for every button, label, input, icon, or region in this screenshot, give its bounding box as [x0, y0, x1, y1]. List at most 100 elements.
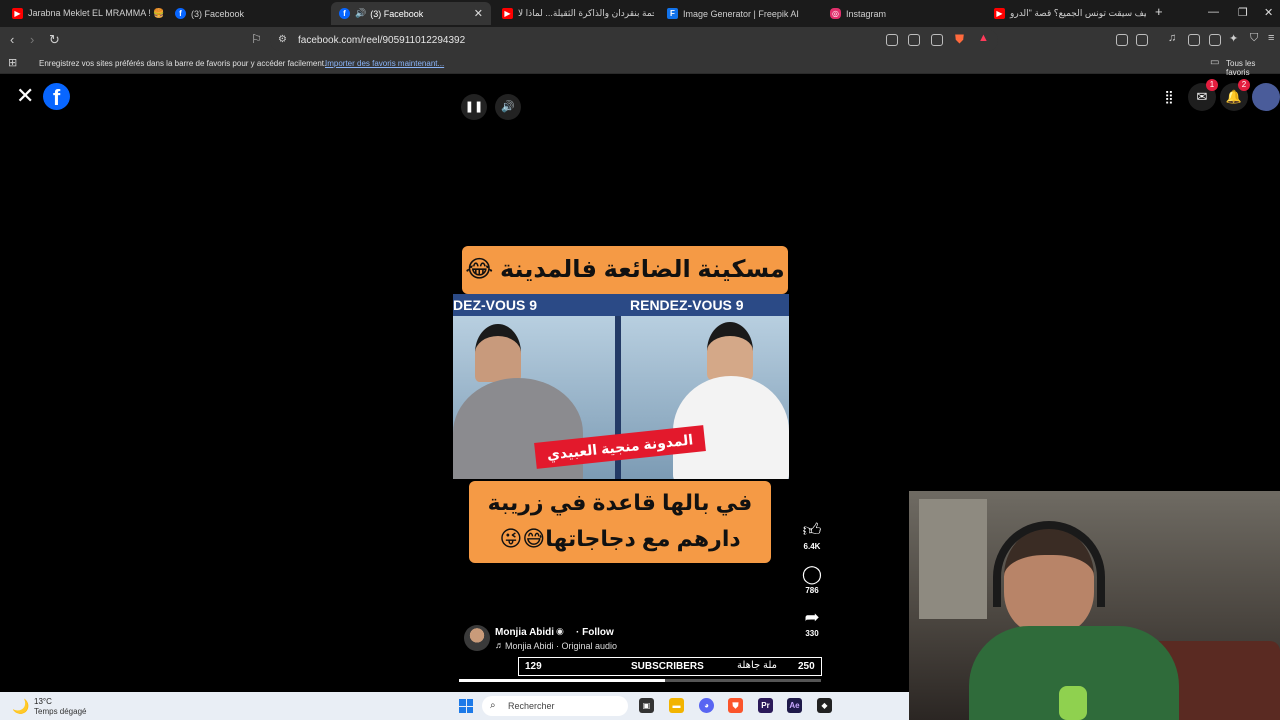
audio-label[interactable]: Monjia Abidi · Original audio: [505, 641, 617, 651]
bookmark-icon[interactable]: ⚐: [251, 32, 262, 46]
tab-title: (3) Facebook: [191, 8, 245, 19]
caption-bottom: في بالها قاعدة في زريبة دارهم مع دجاجاته…: [469, 481, 771, 563]
after-effects-icon[interactable]: Ae: [787, 698, 802, 713]
subscribers-label: SUBSCRIBERS: [631, 661, 704, 672]
tab-facebook-active[interactable]: f 🔊 (3) Facebook ✕: [331, 2, 491, 25]
tab-freepik[interactable]: F Image Generator | Freepik AI: [659, 2, 819, 25]
back-icon[interactable]: ‹: [10, 32, 14, 47]
taskbar-search-text: Rechercher: [508, 701, 555, 711]
share-count: 330: [805, 629, 819, 638]
tab-instagram[interactable]: ◎ Instagram: [822, 2, 982, 25]
caption-bottom-line2: دارهم مع دجاجاتها😅😜: [499, 526, 741, 551]
show-banner: DEZ-VOUS 9 RENDEZ-VOUS 9: [453, 294, 789, 316]
temperature[interactable]: 13°C: [34, 697, 52, 706]
leo-icon[interactable]: ✦: [1229, 32, 1238, 45]
menu-grid-icon[interactable]: ⣿: [1155, 83, 1183, 111]
brave-rewards-icon[interactable]: ▲: [978, 32, 989, 44]
share-button[interactable]: ➦ 330: [800, 607, 824, 638]
notifications-badge: 2: [1238, 79, 1250, 91]
weather-description[interactable]: Temps dégagé: [34, 707, 86, 716]
new-tab-icon[interactable]: +: [1155, 4, 1163, 19]
like-button[interactable]: 👍︎ 6.4K: [800, 520, 824, 551]
close-tab-icon[interactable]: ✕: [474, 7, 483, 20]
caption-top: مسكينة الضائعة فالمدينة 😂: [462, 246, 788, 294]
messenger-icon: ✉: [1196, 89, 1208, 104]
premiere-icon[interactable]: Pr: [758, 698, 773, 713]
tab-title: ملحمة بنقردان والذاكرة الثقيلة... لماذا …: [518, 8, 654, 18]
subscribers-goal: 250: [798, 661, 815, 672]
brave-shield-icon[interactable]: ⛊: [955, 32, 964, 47]
tab-search-icon[interactable]: [1136, 34, 1148, 46]
import-bookmarks-link[interactable]: Importer des favoris maintenant...: [325, 59, 444, 68]
notifications-button[interactable]: 🔔 2: [1220, 79, 1250, 111]
freepik-icon: F: [667, 8, 678, 19]
url-text[interactable]: facebook.com/reel/905911012294392: [298, 35, 465, 46]
extensions-icon[interactable]: [1116, 34, 1128, 46]
host-head: [475, 324, 521, 382]
caption-bottom-line1: في بالها قاعدة في زريبة: [487, 490, 753, 515]
profile-avatar[interactable]: [1252, 83, 1280, 111]
tab-facebook-1[interactable]: f (3) Facebook: [167, 2, 327, 25]
share-icon: ➦: [804, 607, 820, 627]
close-window-icon[interactable]: ✕: [1264, 6, 1273, 19]
task-view-icon[interactable]: ▣: [639, 698, 654, 713]
vpn-icon[interactable]: ⛉: [1250, 32, 1258, 45]
tab-youtube-3[interactable]: ▶ كيف سيقت تونس الجميع؟ قصة "الدرو: [986, 2, 1146, 25]
tab-title: Jarabna Meklet EL MRAMMA ! 🍔 -: [28, 8, 164, 18]
file-explorer-icon[interactable]: ▬: [669, 698, 684, 713]
facebook-icon: f: [339, 8, 350, 19]
pause-button[interactable]: ❚❚: [461, 94, 487, 120]
wallet-icon[interactable]: [1209, 34, 1221, 46]
comment-button[interactable]: ◯ 786: [800, 564, 824, 595]
address-bar-row: ‹ › ↻ ⚐ ⚙ facebook.com/reel/905911012294…: [0, 27, 1280, 54]
brave-icon[interactable]: ⛊: [728, 698, 743, 713]
volume-button[interactable]: 🔊: [495, 94, 521, 120]
bell-icon: 🔔: [1225, 89, 1243, 104]
taskbar-search[interactable]: [482, 696, 628, 716]
minimize-icon[interactable]: —: [1208, 6, 1219, 18]
banner-right: RENDEZ-VOUS 9: [630, 297, 744, 313]
banner-left: DEZ-VOUS 9: [453, 297, 538, 313]
messenger-button[interactable]: ✉ 1: [1188, 79, 1218, 111]
reload-icon[interactable]: ↻: [49, 32, 60, 48]
follow-button[interactable]: · Follow: [576, 627, 614, 638]
apps-grid-icon[interactable]: ⊞: [8, 56, 17, 69]
author-avatar[interactable]: [464, 625, 490, 651]
forward-icon[interactable]: ›: [30, 32, 34, 47]
reel-video[interactable]: مسكينة الضائعة فالمدينة 😂 DEZ-VOUS 9 REN…: [453, 246, 789, 564]
weather-moon-icon[interactable]: 🌙: [12, 698, 29, 715]
music-note-icon: ♬: [495, 640, 504, 650]
close-icon[interactable]: ✕: [16, 83, 34, 109]
door: [919, 499, 987, 619]
facebook-icon: f: [175, 8, 186, 19]
youtube-icon: ▶: [12, 8, 23, 19]
share-icon[interactable]: [931, 34, 943, 46]
tab-title: Instagram: [846, 8, 887, 19]
like-icon: 👍︎: [802, 520, 822, 540]
youtube-icon: ▶: [502, 8, 513, 19]
site-settings-icon[interactable]: ⚙: [278, 34, 287, 45]
video-progress[interactable]: [459, 679, 821, 682]
author-name[interactable]: Monjia Abidi: [495, 627, 554, 638]
video-frame: DEZ-VOUS 9 RENDEZ-VOUS 9 المدونة منجية ا…: [453, 294, 789, 479]
bookmarks-message: Enregistrez vos sites préférés dans la b…: [39, 59, 327, 68]
tab-youtube-1[interactable]: ▶ Jarabna Meklet EL MRAMMA ! 🍔 -: [4, 2, 164, 25]
instagram-icon: ◎: [830, 8, 841, 19]
search-icon: ⌕: [490, 700, 496, 711]
menu-icon[interactable]: ≡: [1268, 32, 1274, 44]
tab-title: (3) Facebook: [370, 8, 424, 19]
facebook-logo[interactable]: f: [43, 83, 70, 110]
messenger-badge: 1: [1206, 79, 1218, 91]
app-icon[interactable]: ◆: [817, 698, 832, 713]
comment-count: 786: [805, 586, 819, 595]
reader-icon[interactable]: [908, 34, 920, 46]
tab-youtube-2[interactable]: ▶ ملحمة بنقردان والذاكرة الثقيلة... لماذ…: [494, 2, 654, 25]
music-icon[interactable]: ♫: [1168, 32, 1176, 44]
discord-icon[interactable]: ◕: [699, 698, 714, 713]
sidebar-icon[interactable]: [1188, 34, 1200, 46]
folder-icon: ▭: [1210, 57, 1220, 68]
maximize-icon[interactable]: ❐: [1238, 6, 1248, 19]
cast-icon[interactable]: [886, 34, 898, 46]
subscribers-start: 129: [525, 661, 542, 672]
start-button[interactable]: [459, 699, 473, 713]
